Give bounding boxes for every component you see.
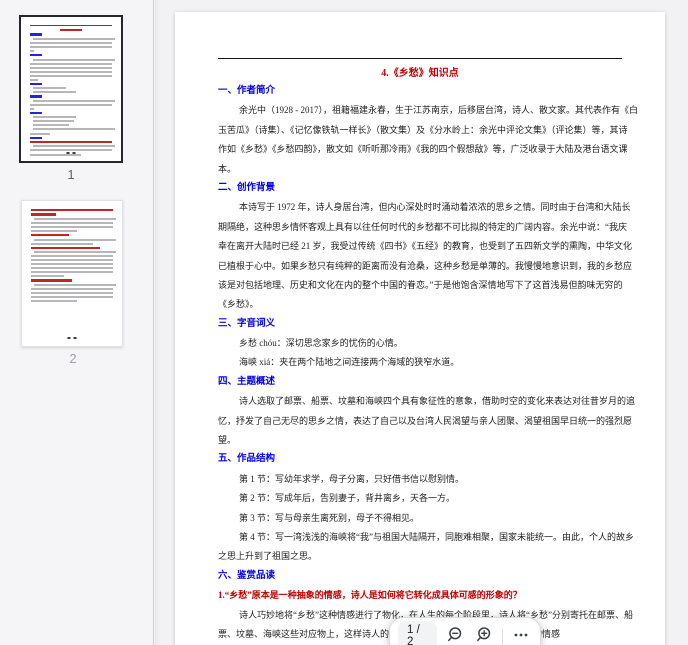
doc-line: 第 2 节：写成年后，告别妻子，背井离乡，天各一方。	[218, 489, 622, 508]
toolbar-divider	[502, 629, 503, 644]
doc-line: 幸在离开大陆时已经 21 岁，我受过传统《四书》《五经》的教育，也受到了五四新文…	[218, 237, 622, 256]
zoom-in-icon	[474, 625, 494, 645]
doc-line: 作如《乡愁》《乡愁四韵》，散文如《听听那冷雨》《我的四个假想敌》等，广泛收录于大…	[218, 140, 622, 159]
thumbnail-page-number: 1	[19, 167, 123, 182]
doc-line: 第 3 节：写与母亲生离死别，母子不得相见。	[218, 509, 622, 528]
doc-line: 本诗写于 1972 年，诗人身居台湾，但内心深处时时涌动着浓浓的思乡之情。同时由…	[218, 198, 622, 217]
doc-line: 该是对包括地理、历史和文化在内的整个中国的眷恋。”于是他饱含深情地写下了这首浅易…	[218, 276, 622, 295]
section-heading: 三、字音词义	[218, 315, 622, 334]
section-heading: 六、鉴赏品读	[218, 567, 622, 586]
section-heading: 四、主题概述	[218, 373, 622, 392]
more-options-icon	[512, 626, 530, 645]
doc-line: 海峡 xiá：夹在两个陆地之间连接两个海域的狭窄水道。	[218, 353, 622, 372]
pdf-floating-toolbar: 1 / 2	[389, 617, 541, 645]
section-heading: 五、作品结构	[218, 450, 622, 469]
question-heading: 1.“乡愁”原本是一种抽象的情感，诗人是如何将它转化成具体可感的形象的？	[218, 586, 622, 605]
document-body: 一、作者简介余光中（1928 - 2017），祖籍福建永春，生于江苏南京，后移居…	[218, 82, 622, 644]
section-heading: 二、创作背景	[218, 179, 622, 198]
thumbnail-footer-mark	[67, 152, 76, 155]
more-options-button[interactable]	[510, 624, 532, 645]
doc-line: 第 4 节：写一湾浅浅的海峡将“我”与祖国大陆隔开，同胞难相聚，国家未能统一。由…	[218, 528, 622, 547]
zoom-out-icon	[445, 625, 465, 645]
doc-line: 已植根于心中。如果乡愁只有纯粹的距离而没有沧桑，这种乡愁是单薄的。我慢慢地意识到…	[218, 257, 622, 276]
thumbnail-page-number: 2	[21, 351, 125, 366]
page-2-thumbnail[interactable]	[21, 200, 123, 347]
doc-line: 忆，抒发了自己无尽的思乡之情，表达了自己以及台湾人民渴望与亲人团聚、渴望祖国早日…	[218, 412, 622, 431]
document-page: 4.《乡愁》知识点 一、作者简介余光中（1928 - 2017），祖籍福建永春，…	[175, 12, 665, 645]
page-1-thumbnail-preview	[30, 25, 112, 158]
doc-line: 玉苦瓜》（诗集）、《记忆像铁轨一样长》（散文集）及《分水岭上：余光中评论文集》（…	[218, 121, 622, 140]
doc-line: 第 1 节：写幼年求学，母子分离，只好借书信以慰别情。	[218, 470, 622, 489]
doc-line: 期隔绝，这种思乡情怀客观上具有以往任何时代的乡愁都不可比拟的特定的广阔内容。余光…	[218, 218, 622, 237]
thumbnail-sidebar: 1 2	[0, 0, 154, 645]
doc-line: 余光中（1928 - 2017），祖籍福建永春，生于江苏南京，后移居台湾，诗人、…	[218, 101, 622, 120]
page-header-rule	[218, 58, 622, 59]
doc-line: 之思上升到了祖国之思。	[218, 547, 622, 566]
page-2-thumbnail-preview	[31, 209, 113, 304]
doc-line: 乡愁 chóu：深切思念家乡的忧伤的心情。	[218, 334, 622, 353]
page-1-thumbnail[interactable]	[19, 15, 123, 163]
pdf-viewer-area: 4.《乡愁》知识点 一、作者简介余光中（1928 - 2017），祖籍福建永春，…	[155, 0, 688, 645]
doc-line: 本。	[218, 160, 622, 179]
zoom-out-button[interactable]	[444, 624, 466, 645]
doc-line: 望。	[218, 431, 622, 450]
document-title: 4.《乡愁》知识点	[175, 64, 665, 79]
thumbnail-footer-mark	[68, 337, 77, 340]
section-heading: 一、作者简介	[218, 82, 622, 101]
doc-line: 诗人选取了邮票、船票、坟墓和海峡四个具有象征性的意象，借助时空的变化来表达对往昔…	[218, 392, 622, 411]
doc-line: 《乡愁》。	[218, 295, 622, 314]
zoom-in-button[interactable]	[473, 624, 495, 645]
page-indicator[interactable]: 1 / 2	[398, 621, 437, 645]
